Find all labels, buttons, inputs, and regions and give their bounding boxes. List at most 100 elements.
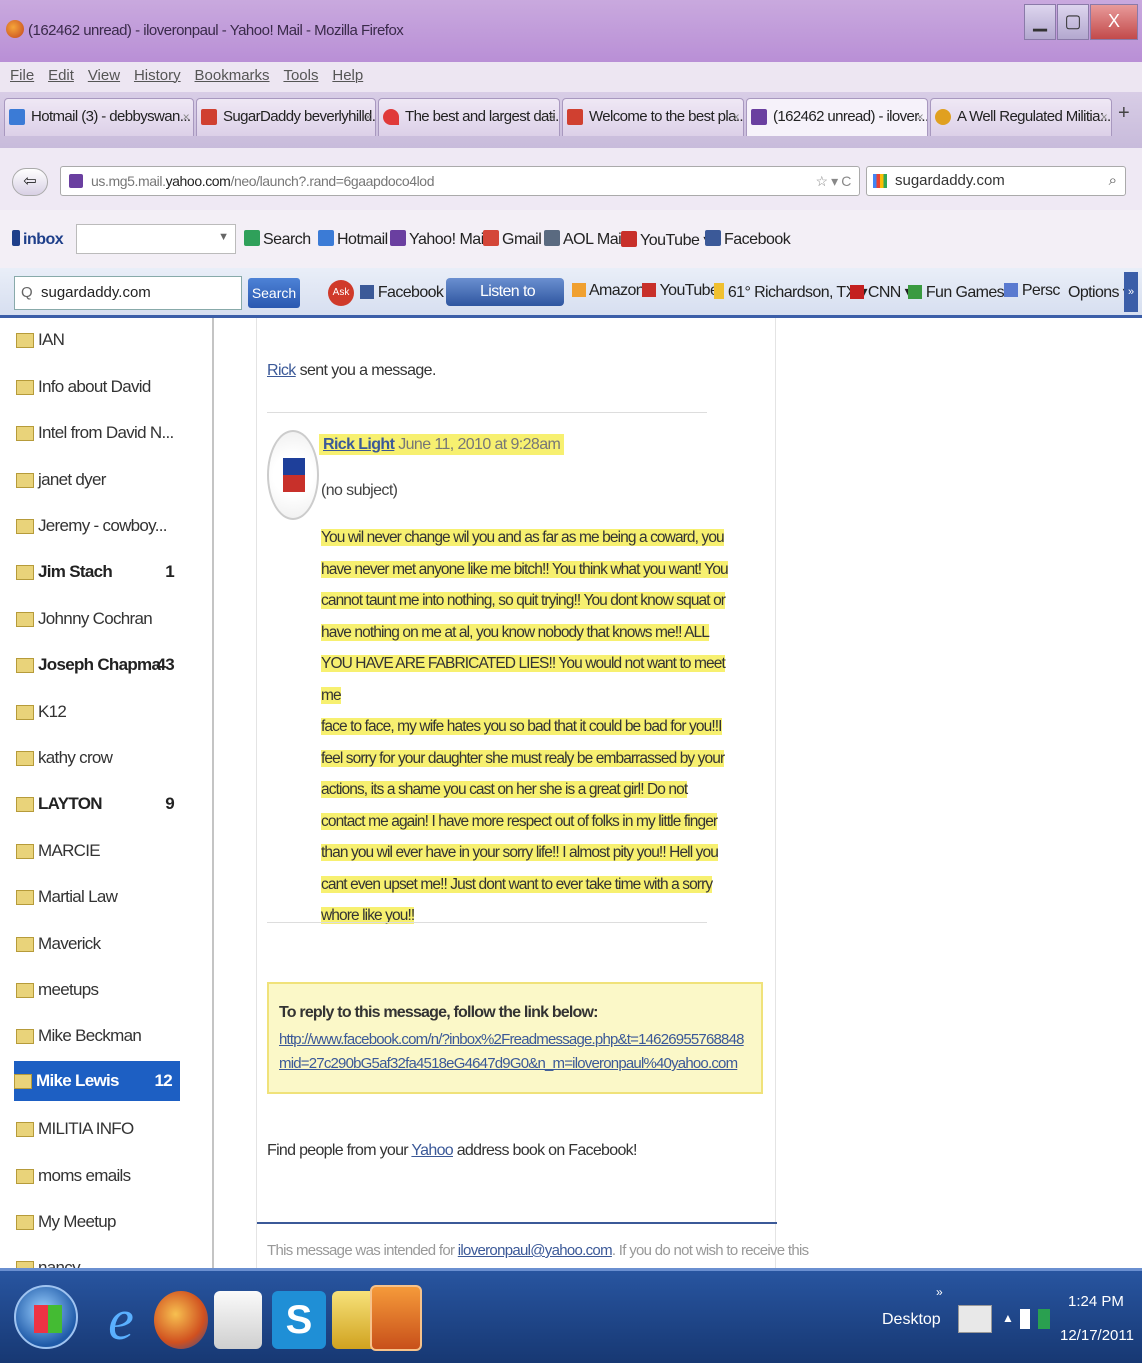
internet-explorer-icon[interactable]: e [94,1291,148,1349]
unread-count: 9 [165,794,174,813]
toolbar-youtube[interactable]: YouTube [642,282,719,300]
toolbar-amazon[interactable]: Amazon [572,282,645,300]
folder-item[interactable]: My Meetup [16,1202,196,1242]
desktop-toolbar-label[interactable]: Desktop [882,1311,941,1329]
magnifier-icon[interactable]: ⌕ [1109,167,1117,195]
tab-militia[interactable]: A Well Regulated Militia:... × [930,98,1112,136]
minimize-button[interactable]: ▁ [1024,4,1056,40]
find-pre: Find people from your [267,1142,412,1159]
listen-button[interactable]: Listen to [446,278,564,306]
folder-item[interactable]: MILITIA INFO [16,1109,196,1149]
inbox-button[interactable]: inbox [12,230,64,249]
folder-item[interactable]: Johnny Cochran [16,599,196,639]
folder-item[interactable]: Martial Law [16,877,196,917]
media-player-icon[interactable] [370,1285,422,1351]
folder-item[interactable]: Intel from David N... [16,413,196,453]
folder-item[interactable]: Info about David [16,367,196,407]
tab-hotmail[interactable]: Hotmail (3) - debbyswan... × [4,98,194,136]
close-tab-icon[interactable]: × [183,99,190,135]
url-bar[interactable]: us.mg5.mail.yahoo.com/neo/launch?.rand=6… [60,166,860,196]
close-window-button[interactable]: X [1090,4,1138,40]
divider [267,412,707,413]
toolbar-overflow-chevron-icon[interactable]: » [1124,272,1138,312]
back-button[interactable]: ⇦ [12,168,48,196]
toolbar-personas[interactable]: Persc [1004,282,1060,300]
close-tab-icon[interactable]: × [365,99,372,135]
reload-icon[interactable]: ☆ ▾ C [816,167,852,195]
bookmark-facebook[interactable]: Facebook [705,230,791,249]
folder-item[interactable]: Jim Stach 1 [16,552,196,592]
maximize-button[interactable]: ▢ [1057,4,1089,40]
folder-item[interactable]: MARCIE [16,831,196,871]
folder-item[interactable]: LAYTON 9 [16,784,196,824]
folder-item[interactable]: nancy [16,1248,196,1268]
toolbar-label: YouTube [659,282,719,299]
folder-item[interactable]: Maverick [16,924,196,964]
new-tab-button[interactable]: + [1118,102,1130,125]
folder-item[interactable]: kathy crow [16,738,196,778]
sender-name-link[interactable]: Rick Light [323,436,395,453]
toolbar-cnn[interactable]: CNN ▾ [850,282,913,302]
folder-item[interactable]: IAN [16,320,196,360]
cnn-icon [850,285,864,299]
skype-icon[interactable]: S [272,1291,326,1349]
tab-dating[interactable]: The best and largest dati... × [378,98,560,136]
tab-sugardaddy[interactable]: SugarDaddy beverlyhilld... × [196,98,376,136]
toolbar-facebook[interactable]: Facebook ▾ [360,282,455,302]
tab-yahoo-mail[interactable]: (162462 unread) - ilover... × [746,98,928,136]
toolbar-options[interactable]: Options ▾ [1068,282,1131,302]
reply-link[interactable]: http://www.facebook.com/n/?inbox%2Freadm… [279,1031,744,1072]
folder-item[interactable]: moms emails [16,1156,196,1196]
folder-item[interactable]: janet dyer [16,460,196,500]
footer-email-link[interactable]: iloveronpaul@yahoo.com [458,1242,613,1259]
bookmark-youtube[interactable]: YouTube ▾ [621,230,711,250]
security-icon[interactable] [1038,1309,1050,1329]
close-tab-icon[interactable]: × [733,99,740,135]
toolbar-search-button[interactable]: Search [248,278,300,308]
web-search-input[interactable]: sugardaddy.com ⌕ [866,166,1126,196]
tab-welcome[interactable]: Welcome to the best pla... × [562,98,744,136]
folder-item[interactable]: K12 [16,692,196,732]
hotmail-icon [9,109,25,125]
pdf-document-icon[interactable] [214,1291,262,1349]
menu-file[interactable]: File [10,67,34,84]
games-icon [908,285,922,299]
toolbar-weather[interactable]: 61° Richardson, TX ▾ [714,282,868,302]
yahoo-link[interactable]: Yahoo [411,1142,453,1159]
menu-help[interactable]: Help [332,67,363,84]
ask-icon[interactable]: Ask [328,280,354,306]
footer-post: . If you do not wish to receive this [611,1242,809,1259]
clock-date[interactable]: 12/17/2011 [1060,1327,1134,1344]
folder-item[interactable]: Joseph Chapma 43 [16,645,196,685]
bookmark-gmail[interactable]: Gmail [483,230,542,249]
toolbar-search-input[interactable]: Q sugardaddy.com [14,276,242,310]
close-tab-icon[interactable]: × [1101,99,1108,135]
toolbar-fun-games[interactable]: Fun Games ▾ [908,282,1016,302]
folder-item[interactable]: Mike Beckman [16,1016,196,1056]
facebook-icon [705,230,721,246]
close-tab-icon[interactable]: × [549,99,556,135]
menu-bookmarks[interactable]: Bookmarks [195,67,270,84]
bookmark-search[interactable]: Search [244,230,311,249]
bookmark-aol-mail[interactable]: AOL Mail [544,230,625,249]
clock-time[interactable]: 1:24 PM [1068,1293,1124,1310]
bookmark-yahoo-mail[interactable]: Yahoo! Mail [390,230,487,249]
close-tab-icon[interactable]: × [917,99,924,135]
folder-item[interactable]: meetups [16,970,196,1010]
folder-item[interactable]: Jeremy - cowboy... [16,506,196,546]
sender-link[interactable]: Rick [267,362,296,379]
menu-tools[interactable]: Tools [283,67,318,84]
network-icon[interactable] [1020,1309,1030,1329]
menu-history[interactable]: History [134,67,181,84]
sender-avatar[interactable] [267,430,319,520]
menu-view[interactable]: View [88,67,120,84]
start-button[interactable] [14,1285,78,1349]
folder-item-selected[interactable]: Mike Lewis 12 [14,1061,180,1101]
bookmark-hotmail[interactable]: Hotmail [318,230,388,249]
firefox-taskbar-icon[interactable] [154,1291,208,1349]
menu-edit[interactable]: Edit [48,67,74,84]
inbox-dropdown[interactable]: ▼ [76,224,236,254]
pen-tablet-icon[interactable] [958,1305,992,1333]
tray-arrow-icon[interactable]: ▲ [1002,1311,1014,1325]
desktop-chevron-icon[interactable]: » [936,1285,943,1299]
